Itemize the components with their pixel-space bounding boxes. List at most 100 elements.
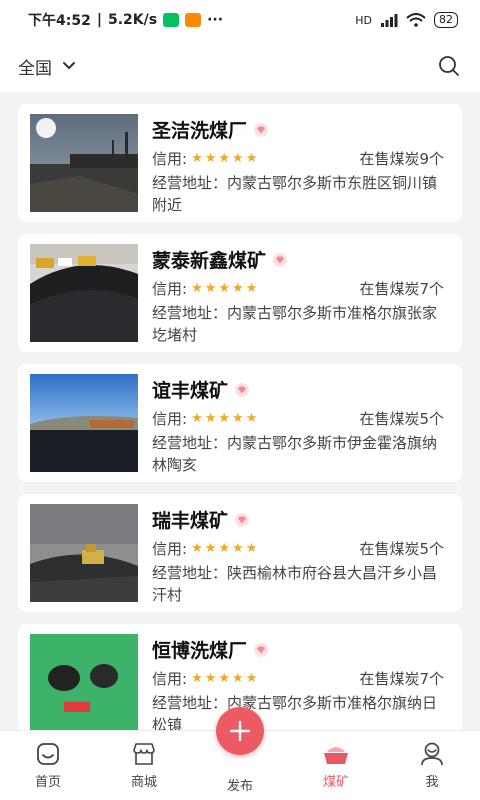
shop-icon	[133, 743, 155, 765]
star-icon: ★	[245, 281, 258, 296]
tab-coal-mine[interactable]: 煤矿	[306, 739, 366, 790]
mine-card[interactable]: 谊丰煤矿 信用: ★ ★ ★ ★ ★ 在售煤炭5个 经营地址：内蒙古鄂尔多斯市伊金霍洛旗…	[18, 364, 462, 482]
tab-me[interactable]: 我	[402, 739, 462, 790]
coal-stock-count: 在售煤炭7个	[359, 670, 444, 688]
status-time: 下午4:52	[28, 13, 91, 29]
star-icon: ★	[218, 411, 231, 426]
coal-stock-count: 在售煤炭9个	[359, 150, 444, 168]
credit-rating: ★ ★ ★ ★ ★	[191, 151, 257, 166]
mine-thumbnail	[30, 374, 138, 472]
app-notification-icon	[185, 13, 202, 27]
star-icon: ★	[232, 671, 244, 686]
mine-name: 圣洁洗煤厂	[152, 120, 248, 142]
address-label: 经营地址：	[152, 434, 228, 452]
mine-name: 恒博洗煤厂	[152, 640, 248, 662]
credit-label: 信用:	[152, 280, 188, 298]
star-icon: ★	[204, 671, 217, 686]
status-more: ···	[207, 12, 224, 28]
star-icon: ★	[232, 151, 244, 166]
star-icon: ★	[218, 281, 231, 296]
signal-icon	[381, 14, 398, 27]
diamond-badge-icon	[235, 512, 250, 527]
coal-stock-count: 在售煤炭7个	[359, 280, 444, 298]
address-label: 经营地址：	[152, 694, 228, 712]
coal-stock-count: 在售煤炭5个	[359, 410, 444, 428]
tab-label: 我	[425, 775, 439, 790]
mine-list: 圣洁洗煤厂 信用: ★ ★ ★ ★ ★ 在售煤炭9个 经营地址：内蒙古鄂尔多斯市东胜区铜…	[0, 92, 480, 730]
mine-name: 瑞丰煤矿	[152, 510, 229, 532]
region-selector[interactable]: 全国	[18, 54, 76, 79]
search-button[interactable]	[436, 53, 462, 79]
star-icon: ★	[232, 411, 244, 426]
star-icon: ★	[232, 281, 244, 296]
star-icon: ★	[232, 541, 244, 556]
diamond-badge-icon	[254, 642, 269, 657]
mine-address: 经营地址：内蒙古鄂尔多斯市准格尔旗纳日松镇	[152, 692, 452, 730]
tab-label: 商城	[130, 775, 157, 790]
star-icon: ★	[191, 411, 203, 426]
mine-card[interactable]: 圣洁洗煤厂 信用: ★ ★ ★ ★ ★ 在售煤炭9个 经营地址：内蒙古鄂尔多斯市东胜区铜…	[18, 104, 462, 222]
star-icon: ★	[204, 541, 217, 556]
credit-rating: ★ ★ ★ ★ ★	[191, 671, 257, 686]
mine-address: 经营地址：内蒙古鄂尔多斯市准格尔旗张家圪堵村	[152, 302, 452, 346]
address-label: 经营地址：	[152, 564, 228, 582]
hd-label: HD	[355, 13, 372, 27]
credit-label: 信用:	[152, 670, 188, 688]
star-icon: ★	[245, 671, 258, 686]
mine-address: 经营地址：内蒙古鄂尔多斯市伊金霍洛旗纳林陶亥	[152, 432, 452, 476]
mine-name: 蒙泰新鑫煤矿	[152, 250, 267, 272]
mine-card[interactable]: 蒙泰新鑫煤矿 信用: ★ ★ ★ ★ ★ 在售煤炭7个 经营地址：内蒙古鄂尔多斯市准格尔…	[18, 234, 462, 352]
wifi-icon	[406, 13, 426, 27]
star-icon: ★	[204, 281, 217, 296]
star-icon: ★	[245, 411, 258, 426]
tab-shop[interactable]: 商城	[114, 739, 174, 790]
star-icon: ★	[204, 151, 217, 166]
tab-label: 煤矿	[322, 775, 349, 790]
status-speed: 5.2K/s	[107, 12, 158, 28]
wechat-notification-icon	[163, 13, 180, 27]
mine-address: 经营地址：陕西榆林市府谷县大昌汗乡小昌汗村	[152, 562, 452, 606]
star-icon: ★	[191, 151, 203, 166]
star-icon: ★	[218, 671, 231, 686]
coal-mine-icon	[324, 747, 348, 764]
plus-icon	[229, 720, 251, 742]
address-label: 经营地址：	[152, 304, 228, 322]
star-icon: ★	[191, 281, 203, 296]
credit-label: 信用:	[152, 410, 188, 428]
coal-stock-count: 在售煤炭5个	[359, 540, 444, 558]
mine-name: 谊丰煤矿	[152, 380, 229, 402]
mine-thumbnail	[30, 114, 138, 212]
star-icon: ★	[218, 151, 231, 166]
user-icon	[421, 742, 443, 766]
credit-label: 信用:	[152, 150, 188, 168]
search-icon	[439, 56, 459, 76]
star-icon: ★	[245, 541, 258, 556]
credit-rating: ★ ★ ★ ★ ★	[191, 281, 257, 296]
region-label: 全国	[18, 58, 52, 79]
top-bar: 全国	[0, 40, 480, 92]
publish-label: 发布	[226, 779, 253, 794]
credit-label: 信用:	[152, 540, 188, 558]
tab-label: 首页	[34, 775, 61, 790]
bottom-tab-bar: 首页 商城 发布 煤矿 我	[0, 707, 480, 800]
mine-thumbnail	[30, 634, 138, 730]
star-icon: ★	[204, 411, 217, 426]
star-icon: ★	[245, 151, 258, 166]
home-icon	[37, 743, 59, 765]
mine-card[interactable]: 瑞丰煤矿 信用: ★ ★ ★ ★ ★ 在售煤炭5个 经营地址：陕西榆林市府谷县大昌汗乡小…	[18, 494, 462, 612]
tab-home[interactable]: 首页	[18, 739, 78, 790]
diamond-badge-icon	[254, 122, 269, 137]
publish-button[interactable]	[216, 707, 264, 755]
chevron-down-icon	[63, 62, 75, 69]
star-icon: ★	[191, 541, 203, 556]
status-bar: 下午4:52 | 5.2K/s ··· HD 82	[0, 0, 480, 40]
credit-rating: ★ ★ ★ ★ ★	[191, 411, 257, 426]
credit-rating: ★ ★ ★ ★ ★	[191, 541, 257, 556]
diamond-badge-icon	[235, 382, 250, 397]
star-icon: ★	[191, 671, 203, 686]
mine-thumbnail	[30, 244, 138, 342]
mine-address: 经营地址：内蒙古鄂尔多斯市东胜区铜川镇附近	[152, 172, 452, 216]
address-label: 经营地址：	[152, 174, 228, 192]
diamond-badge-icon	[273, 252, 288, 267]
star-icon: ★	[218, 541, 231, 556]
